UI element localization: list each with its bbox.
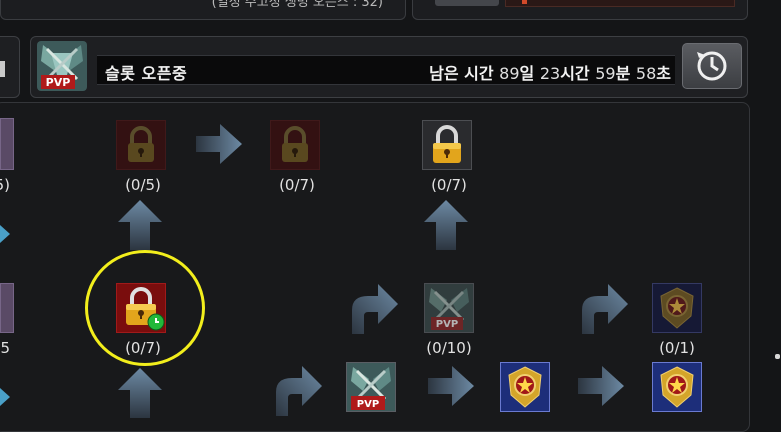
- remaining-hours: 23: [539, 64, 561, 83]
- arrow-up-icon: [116, 198, 164, 250]
- star-rank-emblem-icon: [660, 366, 694, 408]
- skill-slot-star-rank[interactable]: [652, 362, 702, 412]
- skill-slot-locked[interactable]: [422, 120, 472, 170]
- slot-count: 5): [0, 176, 10, 194]
- badge-text: PVP: [357, 399, 379, 410]
- skill-slot-star-rank[interactable]: [500, 362, 550, 412]
- arrow-right-icon: [196, 122, 244, 166]
- skill-slot-locked[interactable]: [270, 120, 320, 170]
- pvp-emblem-icon: PVP: [425, 284, 473, 332]
- slot-status-bar: 슬롯 오픈중 남은 시간 89일 23시간 59분 58초: [97, 55, 675, 85]
- left-tab-stub[interactable]: [0, 36, 20, 98]
- seconds-unit: 초: [656, 64, 671, 83]
- star-rank-emblem-icon: [660, 287, 694, 329]
- clock-icon: [697, 51, 727, 81]
- slot-count: (0/5): [125, 176, 161, 194]
- minutes-unit: 분: [615, 64, 631, 83]
- arrow-up-icon: [422, 198, 470, 250]
- days-unit: 일: [519, 64, 535, 83]
- top-left-panel: (일정 주고정 생명 오픈스 : 32): [0, 0, 406, 20]
- slot-count: (0/10): [426, 339, 472, 357]
- slot-count: (0/7): [279, 176, 315, 194]
- skill-slot-pvp[interactable]: PVP: [346, 362, 396, 412]
- padlock-icon: [128, 126, 154, 162]
- slot-status-title: 슬롯 오픈중: [105, 64, 188, 83]
- slot-count: (0/7): [431, 176, 467, 194]
- slot-header: PVP 슬롯 오픈중 남은 시간 89일 23시간 59분 58초: [30, 36, 748, 98]
- badge-text: PVP: [46, 76, 71, 89]
- remaining-label: 남은 시간: [429, 64, 494, 83]
- curved-arrow-icon: [272, 364, 324, 416]
- star-rank-emblem-icon: [508, 366, 542, 408]
- slot-count: 5: [0, 339, 10, 357]
- arrow-right-icon: [428, 364, 476, 408]
- skill-slot-star-rank[interactable]: [652, 283, 702, 333]
- scroll-indicator: [775, 354, 780, 359]
- remaining-days: 89: [499, 64, 520, 83]
- pvp-emblem-icon: PVP: [347, 363, 395, 411]
- curved-arrow-icon: [348, 282, 400, 334]
- remaining-minutes: 59: [595, 64, 616, 83]
- remaining-time: 남은 시간 89일 23시간 59분 58초: [429, 60, 671, 84]
- slot-count: (0/1): [659, 339, 695, 357]
- pvp-emblem-icon: PVP: [37, 41, 87, 91]
- skill-slot-locked[interactable]: [116, 120, 166, 170]
- slot-edge-mid[interactable]: [0, 283, 14, 333]
- badge-text: PVP: [436, 319, 458, 330]
- arrow-up-icon: [116, 366, 164, 418]
- skill-slot-pvp[interactable]: PVP: [424, 283, 474, 333]
- time-reset-button[interactable]: [682, 43, 742, 89]
- top-right-panel: [412, 0, 748, 20]
- top-left-text: (일정 주고정 생명 오픈스 : 32): [211, 0, 383, 10]
- padlock-icon: [282, 126, 308, 162]
- remaining-seconds: 58: [635, 64, 657, 83]
- top-right-gauge: [505, 0, 735, 7]
- curved-arrow-icon: [578, 282, 630, 334]
- highlight-circle: [85, 250, 205, 366]
- top-right-slot: [435, 0, 499, 6]
- slot-edge-top[interactable]: [0, 118, 14, 170]
- hours-unit: 시간: [560, 64, 590, 83]
- padlock-icon: [433, 125, 461, 163]
- arrow-right-icon: [578, 364, 626, 408]
